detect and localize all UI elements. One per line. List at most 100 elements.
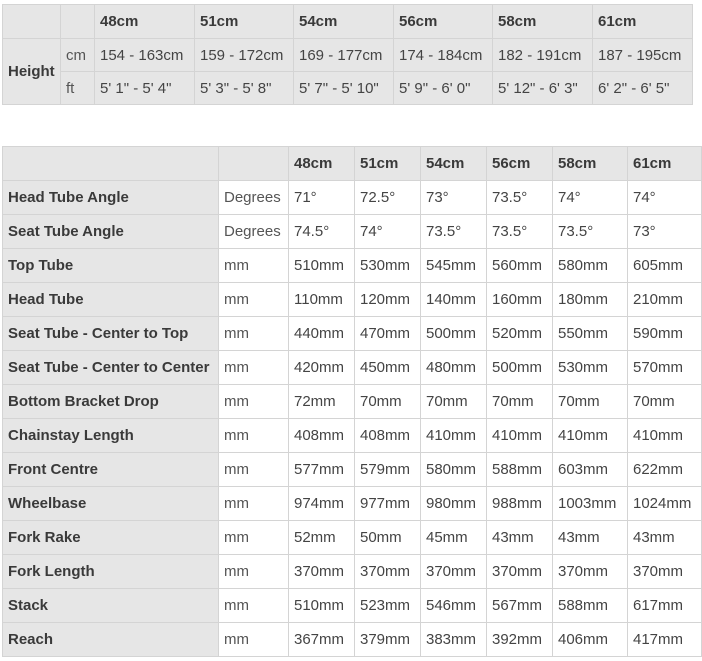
geometry-row-label: Wheelbase — [2, 486, 219, 521]
height-row-label: Height — [2, 38, 61, 105]
geometry-value-cell: 410mm — [552, 418, 628, 453]
geometry-value-cell: 408mm — [288, 418, 355, 453]
height-value-cell: 154 - 163cm — [94, 38, 195, 72]
geometry-value-cell: 977mm — [354, 486, 421, 521]
height-size-header: 58cm — [492, 4, 593, 39]
geometry-unit-cell: mm — [218, 588, 289, 623]
geometry-size-header: 61cm — [627, 146, 702, 181]
geometry-value-cell: 520mm — [486, 316, 553, 351]
geometry-value-cell: 567mm — [486, 588, 553, 623]
geometry-row-label: Seat Tube - Center to Top — [2, 316, 219, 351]
geometry-unit-cell: Degrees — [218, 214, 289, 249]
geometry-value-cell: 530mm — [354, 248, 421, 283]
geometry-value-cell: 510mm — [288, 588, 355, 623]
geometry-header-row: 48cm 51cm 54cm 56cm 58cm 61cm — [2, 146, 702, 181]
table-row: Seat Tube - Center to Center mm 420mm 450mm… — [2, 350, 702, 385]
height-unit-header-cell — [60, 4, 95, 39]
geometry-value-cell: 52mm — [288, 520, 355, 555]
table-row: Head Tube Angle Degrees 71° 72.5° 73° 73.5° 74… — [2, 180, 702, 215]
geometry-row-label: Reach — [2, 622, 219, 657]
table-row: Seat Tube Angle Degrees 74.5° 74° 73.5° 73.5°… — [2, 214, 702, 249]
geometry-value-cell: 370mm — [354, 554, 421, 589]
geometry-table: 48cm 51cm 54cm 56cm 58cm 61cm Head Tube … — [2, 146, 702, 657]
table-row: Bottom Bracket Drop mm 72mm 70mm 70mm 70mm 70m… — [2, 384, 702, 419]
geometry-unit-cell: Degrees — [218, 180, 289, 215]
geometry-unit-cell: mm — [218, 418, 289, 453]
geometry-value-cell: 74° — [354, 214, 421, 249]
height-value-cell: 187 - 195cm — [592, 38, 693, 72]
geometry-unit-cell: mm — [218, 452, 289, 487]
height-size-header: 54cm — [293, 4, 394, 39]
height-size-table: 48cm 51cm 54cm 56cm 58cm 61cm Height cm … — [2, 4, 693, 105]
table-row: Wheelbase mm 974mm 977mm 980mm 988mm 1003mm 102… — [2, 486, 702, 521]
geometry-value-cell: 617mm — [627, 588, 702, 623]
geometry-value-cell: 73.5° — [552, 214, 628, 249]
geometry-value-cell: 74.5° — [288, 214, 355, 249]
table-row: Chainstay Length mm 408mm 408mm 410mm 410mm 41… — [2, 418, 702, 453]
height-unit-cell: cm — [60, 38, 95, 72]
geometry-value-cell: 43mm — [627, 520, 702, 555]
geometry-value-cell: 73.5° — [486, 180, 553, 215]
geometry-value-cell: 110mm — [288, 282, 355, 317]
geometry-value-cell: 210mm — [627, 282, 702, 317]
geometry-size-header: 48cm — [288, 146, 355, 181]
geometry-row-label: Seat Tube Angle — [2, 214, 219, 249]
geometry-value-cell: 603mm — [552, 452, 628, 487]
geometry-value-cell: 370mm — [420, 554, 487, 589]
geometry-value-cell: 546mm — [420, 588, 487, 623]
height-value-cell: 5' 1" - 5' 4" — [94, 71, 195, 105]
geometry-value-cell: 560mm — [486, 248, 553, 283]
height-ft-row: ft 5' 1" - 5' 4" 5' 3" - 5' 8" 5' 7" - 5… — [3, 71, 693, 105]
height-value-cell: 159 - 172cm — [194, 38, 294, 72]
geometry-value-cell: 530mm — [552, 350, 628, 385]
geometry-value-cell: 73.5° — [420, 214, 487, 249]
geometry-row-label: Bottom Bracket Drop — [2, 384, 219, 419]
geometry-unit-cell: mm — [218, 622, 289, 657]
geometry-unit-cell: mm — [218, 316, 289, 351]
geometry-row-label: Head Tube Angle — [2, 180, 219, 215]
geometry-unit-cell: mm — [218, 384, 289, 419]
geometry-value-cell: 370mm — [627, 554, 702, 589]
geometry-value-cell: 450mm — [354, 350, 421, 385]
geometry-value-cell: 73.5° — [486, 214, 553, 249]
geometry-corner-cell — [2, 146, 219, 181]
height-value-cell: 182 - 191cm — [492, 38, 593, 72]
geometry-value-cell: 579mm — [354, 452, 421, 487]
height-value-cell: 5' 7" - 5' 10" — [293, 71, 394, 105]
geometry-value-cell: 379mm — [354, 622, 421, 657]
geometry-value-cell: 370mm — [288, 554, 355, 589]
geometry-size-header: 51cm — [354, 146, 421, 181]
height-header-row: 48cm 51cm 54cm 56cm 58cm 61cm — [2, 4, 693, 39]
geometry-value-cell: 570mm — [627, 350, 702, 385]
geometry-size-header: 56cm — [486, 146, 553, 181]
geometry-value-cell: 480mm — [420, 350, 487, 385]
geometry-unit-cell: mm — [218, 486, 289, 521]
geometry-row-label: Stack — [2, 588, 219, 623]
geometry-value-cell: 72mm — [288, 384, 355, 419]
geometry-value-cell: 523mm — [354, 588, 421, 623]
geometry-value-cell: 73° — [420, 180, 487, 215]
geometry-value-cell: 550mm — [552, 316, 628, 351]
geometry-value-cell: 1003mm — [552, 486, 628, 521]
geometry-value-cell: 140mm — [420, 282, 487, 317]
geometry-value-cell: 160mm — [486, 282, 553, 317]
geometry-value-cell: 73° — [627, 214, 702, 249]
geometry-value-cell: 500mm — [486, 350, 553, 385]
height-size-header: 48cm — [94, 4, 195, 39]
geometry-value-cell: 410mm — [486, 418, 553, 453]
geometry-value-cell: 70mm — [420, 384, 487, 419]
geometry-row-label: Front Centre — [2, 452, 219, 487]
geometry-value-cell: 410mm — [627, 418, 702, 453]
geometry-value-cell: 50mm — [354, 520, 421, 555]
geometry-row-label: Top Tube — [2, 248, 219, 283]
geometry-value-cell: 72.5° — [354, 180, 421, 215]
height-value-cell: 174 - 184cm — [393, 38, 493, 72]
geometry-value-cell: 74° — [627, 180, 702, 215]
height-corner-cell — [2, 4, 61, 39]
geometry-row-label: Fork Rake — [2, 520, 219, 555]
geometry-value-cell: 43mm — [552, 520, 628, 555]
height-size-header: 51cm — [194, 4, 294, 39]
geometry-value-cell: 383mm — [420, 622, 487, 657]
geometry-value-cell: 580mm — [420, 452, 487, 487]
geometry-value-cell: 45mm — [420, 520, 487, 555]
